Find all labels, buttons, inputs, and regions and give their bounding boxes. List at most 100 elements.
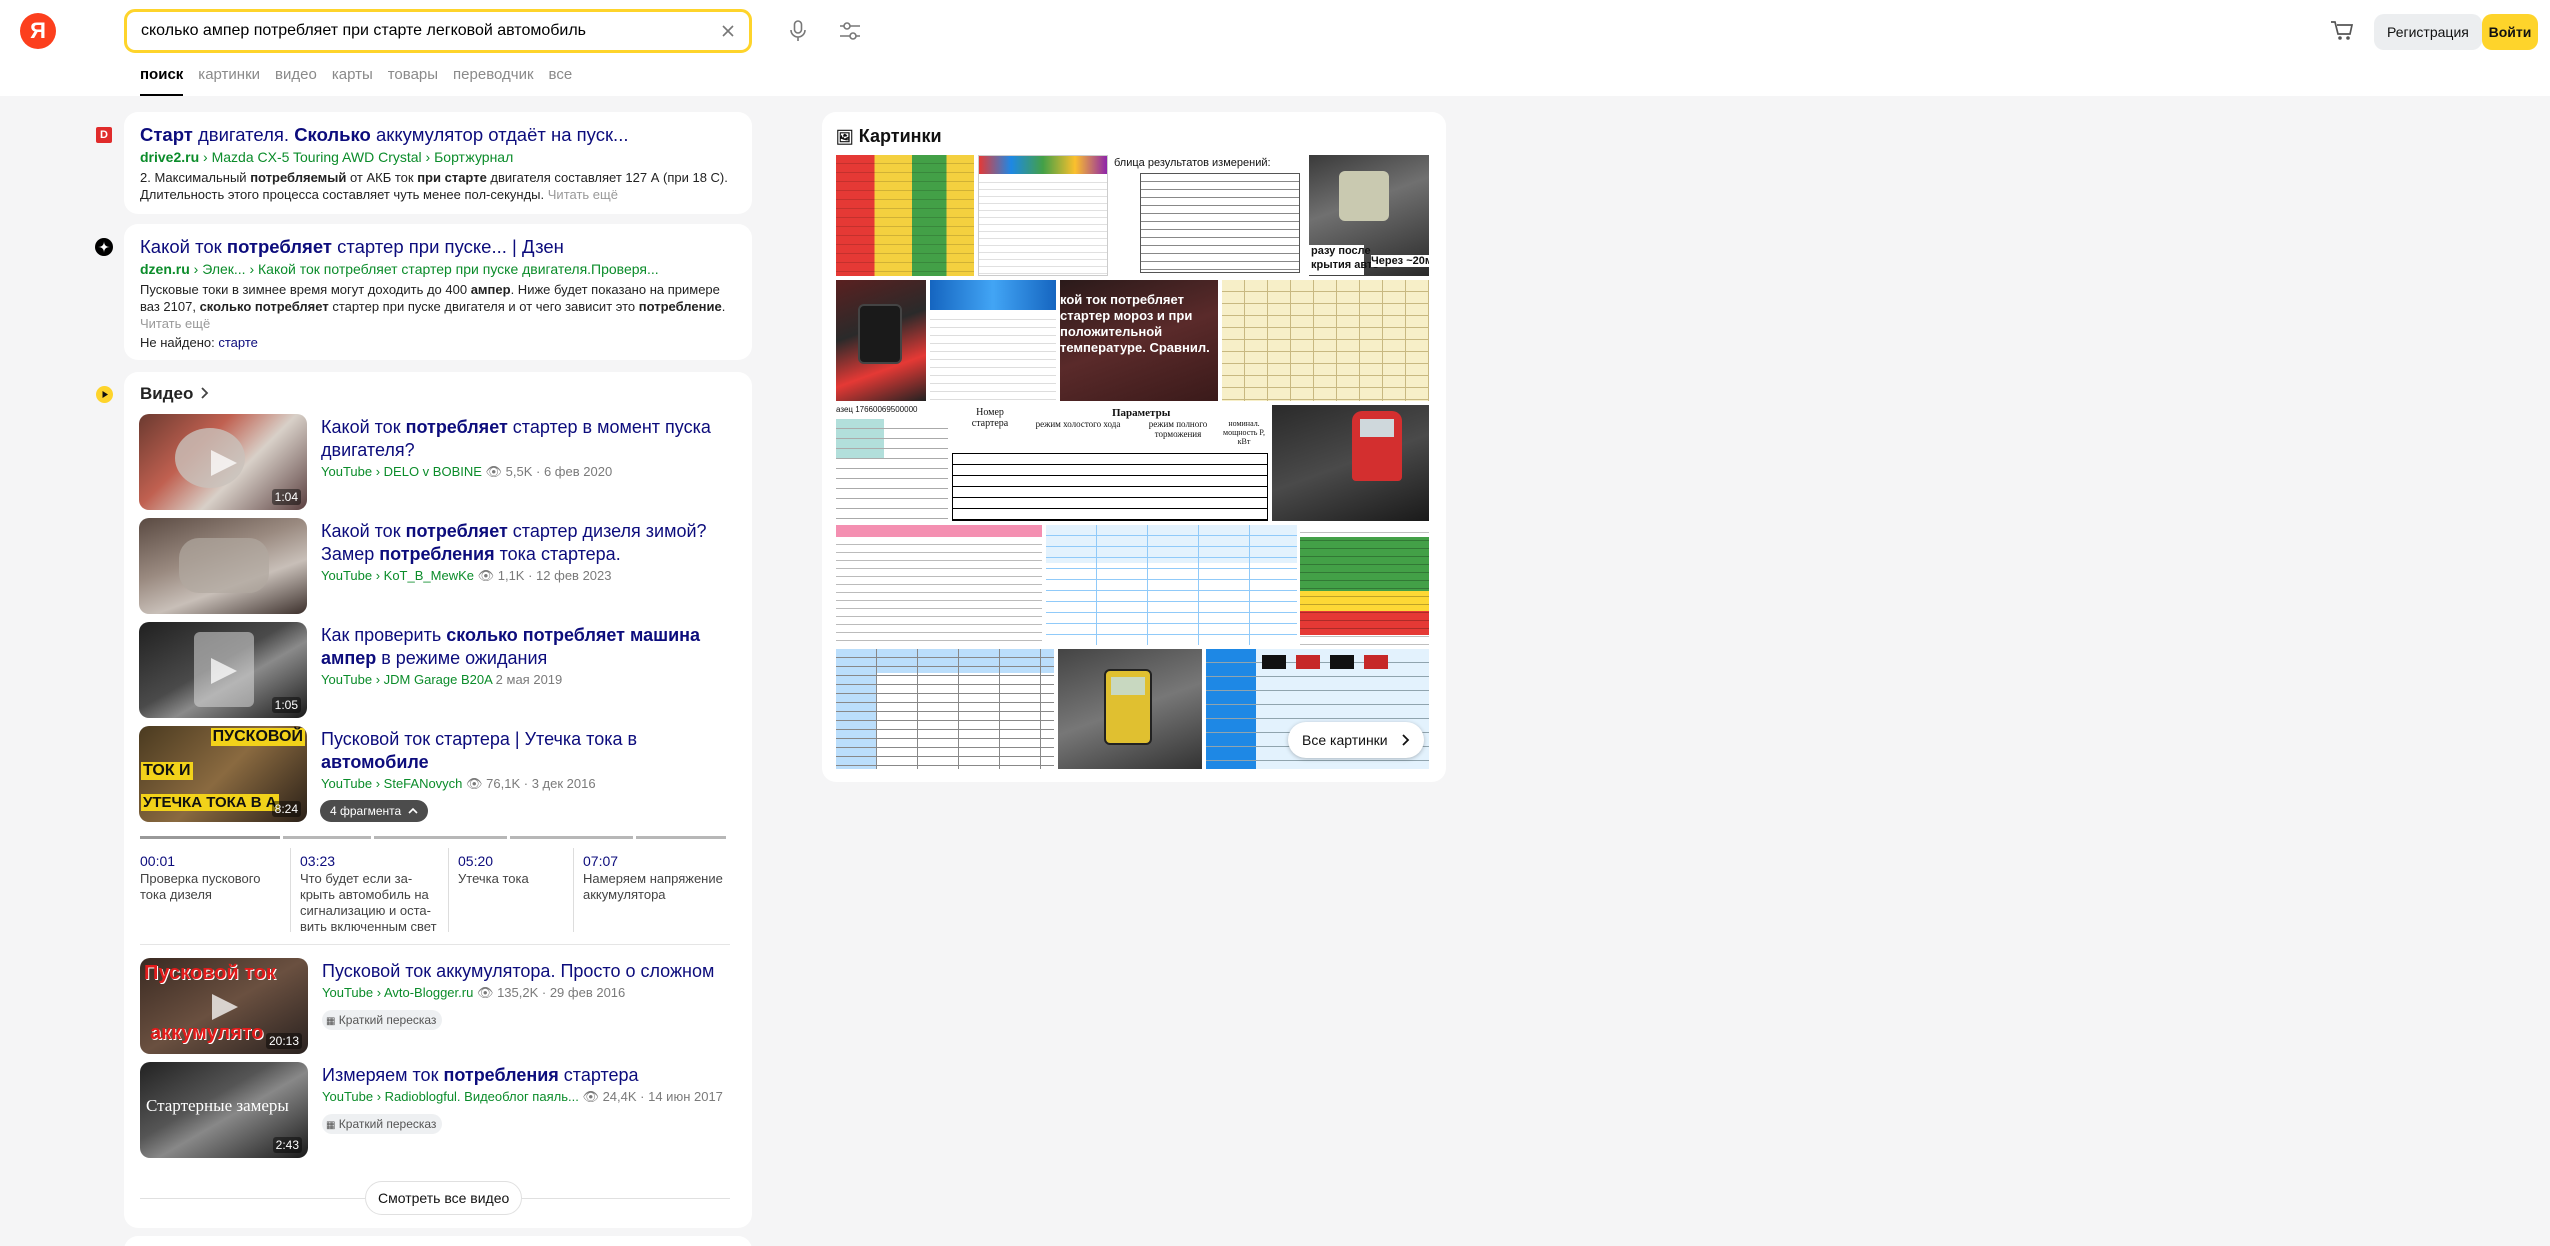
video-thumbnail[interactable]: 1:04	[139, 414, 307, 510]
next-result-card	[124, 1236, 752, 1246]
video-thumbnail[interactable]: Пусковой ток аккумулято 20:13	[140, 958, 308, 1054]
video-meta: YouTube › Radioblogful. Видеоблог паяль.…	[322, 1089, 723, 1104]
chapter-divider	[448, 848, 449, 932]
image-tile[interactable]	[836, 280, 926, 401]
video-section-icon	[96, 386, 113, 403]
image-tile[interactable]	[1300, 525, 1429, 645]
dzen-favicon	[95, 238, 113, 256]
video-item[interactable]: 1:04 Какой ток потребляет стартер в моме…	[139, 414, 739, 512]
cart-icon[interactable]	[2330, 20, 2356, 44]
image-tile[interactable]: блица результатов измерений:	[1112, 155, 1305, 276]
video-item[interactable]: Пусковой ток аккумулято 20:13 Пусковой т…	[140, 958, 740, 1056]
result-path[interactable]: dzen.ru › Элек... › Какой ток потребляет…	[140, 260, 740, 278]
result-card-drive2: Старт двигателя. Сколько аккумулятор отд…	[124, 112, 752, 214]
clear-icon[interactable]	[715, 18, 741, 44]
tab-video[interactable]: видео	[275, 66, 317, 96]
video-meta: YouTube › JDM Garage B20A 2 мая 2019	[321, 672, 563, 687]
image-tile[interactable]	[836, 649, 1054, 769]
video-item[interactable]: Какой ток потребляет стартер дизеля зимо…	[139, 518, 739, 616]
video-item[interactable]: ПУСКОВОЙ ТОК И УТЕЧКА ТОКА В А 8:24 Пуск…	[139, 726, 739, 824]
video-thumbnail[interactable]	[139, 518, 307, 614]
search-tabs: поиск картинки видео карты товары перево…	[140, 66, 572, 96]
not-found-line: Не найдено: старте	[140, 335, 258, 350]
summary-badge[interactable]: ▦ Краткий пересказ	[322, 1114, 443, 1134]
video-item[interactable]: Стартерные замеры 2:43 Измеряем ток потр…	[140, 1062, 740, 1160]
image-tile[interactable]: Номер стартера Параметры режим холостого…	[952, 405, 1268, 521]
image-tile[interactable]	[836, 155, 974, 276]
video-title[interactable]: Какой ток потребляет стартер дизеля зимо…	[321, 520, 741, 566]
search-input[interactable]	[141, 12, 701, 50]
images-card: 🖼 Картинки блица результатов измерений: …	[822, 112, 1446, 782]
tab-products[interactable]: товары	[388, 66, 438, 96]
video-title[interactable]: Пусковой ток стартера | Утечка тока в ав…	[321, 728, 741, 774]
video-section-title[interactable]: Видео	[140, 384, 210, 404]
chapter-progress-3	[374, 836, 507, 839]
image-tile[interactable]	[930, 280, 1056, 401]
summary-badge[interactable]: ▦ Краткий пересказ	[322, 1010, 443, 1030]
search-box[interactable]	[124, 9, 752, 53]
chapter-divider	[573, 848, 574, 932]
fragments-toggle[interactable]: 4 фрагмента	[320, 800, 428, 822]
chevron-right-icon	[1401, 734, 1409, 746]
video-thumbnail[interactable]: Стартерные замеры 2:43	[140, 1062, 308, 1158]
images-section-title[interactable]: 🖼 Картинки	[836, 126, 942, 147]
tab-all[interactable]: все	[549, 66, 573, 96]
tab-images[interactable]: картинки	[198, 66, 260, 96]
video-duration: 1:05	[271, 697, 301, 713]
video-thumbnail[interactable]: 1:05	[139, 622, 307, 718]
video-duration: 20:13	[265, 1033, 302, 1049]
drive2-favicon: D	[96, 127, 112, 143]
chapter-3[interactable]: 05:20 Утечка тока	[458, 853, 568, 887]
video-meta: YouTube › Avto-Blogger.ru 👁 135,2K · 29 …	[322, 985, 626, 1000]
chapter-divider	[290, 848, 291, 932]
chapter-1[interactable]: 00:01 Проверка пускового тока дизеля	[140, 853, 280, 903]
image-tile[interactable]	[1058, 649, 1202, 769]
all-images-button[interactable]: Все картинки	[1288, 722, 1424, 758]
result-title[interactable]: Старт двигателя. Сколько аккумулятор отд…	[140, 124, 628, 145]
chapter-progress-2	[283, 836, 371, 839]
divider	[140, 944, 730, 945]
yandex-logo[interactable]: Я	[20, 13, 56, 49]
image-tile[interactable]: разу после крытия авто Через ~20м	[1309, 155, 1429, 276]
image-tile[interactable]: азец 17660069500000	[836, 405, 948, 521]
video-title[interactable]: Измеряем ток потребления стартера	[322, 1064, 742, 1087]
video-meta: YouTube › DELO v BOBINE 👁 5,5K · 6 фев 2…	[321, 464, 613, 479]
all-videos-button[interactable]: Смотреть все видео	[365, 1181, 523, 1215]
chapter-2[interactable]: 03:23 Что будет если за-крыть автомобиль …	[300, 853, 440, 935]
login-button[interactable]: Войти	[2482, 14, 2538, 50]
register-button[interactable]: Регистрация	[2374, 14, 2482, 50]
result-snippet: Пусковые токи в зимнее время могут доход…	[140, 282, 726, 331]
image-tile[interactable]	[1046, 525, 1297, 645]
video-thumbnail[interactable]: ПУСКОВОЙ ТОК И УТЕЧКА ТОКА В А 8:24	[139, 726, 307, 822]
video-title[interactable]: Пусковой ток аккумулятора. Просто о слож…	[322, 960, 742, 983]
video-meta: YouTube › KoT_B_MewKe 👁 1,1K · 12 фев 20…	[321, 568, 612, 583]
tab-maps[interactable]: карты	[332, 66, 373, 96]
result-title[interactable]: Какой ток потребляет стартер при пуске..…	[140, 236, 564, 257]
chapter-progress-5	[636, 836, 726, 839]
filters-icon[interactable]	[837, 18, 863, 44]
result-path[interactable]: drive2.ru › Mazda CX-5 Touring AWD Cryst…	[140, 148, 740, 166]
image-tile[interactable]	[1272, 405, 1429, 521]
video-duration: 8:24	[271, 801, 301, 817]
video-title[interactable]: Какой ток потребляет стартер в момент пу…	[321, 416, 741, 462]
video-duration: 1:04	[271, 489, 301, 505]
tab-translator[interactable]: переводчик	[453, 66, 533, 96]
images-icon: 🖼	[836, 129, 854, 145]
image-tile[interactable]	[978, 155, 1108, 276]
image-tile[interactable]	[1222, 280, 1429, 401]
chapter-4[interactable]: 07:07 Намеряем напряжение аккумулятора	[583, 853, 733, 903]
image-tile[interactable]	[836, 525, 1042, 645]
video-duration: 2:43	[272, 1137, 302, 1153]
header: Я поиск картинки видео карты товары пере…	[0, 0, 2550, 96]
result-card-dzen: Какой ток потребляет стартер при пуске..…	[124, 224, 752, 360]
video-title[interactable]: Как проверить сколько потребляет машина …	[321, 624, 741, 670]
chapter-progress-1	[140, 836, 280, 839]
image-tile[interactable]: кой ток потребляет стартер мороз и при п…	[1060, 280, 1218, 401]
play-icon	[212, 994, 238, 1020]
microphone-icon[interactable]	[785, 18, 811, 44]
video-meta: YouTube › SteFANovych 👁 76,1K · 3 дек 20…	[321, 776, 596, 791]
video-item[interactable]: 1:05 Как проверить сколько потребляет ма…	[139, 622, 739, 720]
tab-search[interactable]: поиск	[140, 66, 184, 96]
chapter-progress-4	[510, 836, 633, 839]
result-snippet: 2. Максимальный потребляемый от АКБ ток …	[140, 170, 728, 202]
